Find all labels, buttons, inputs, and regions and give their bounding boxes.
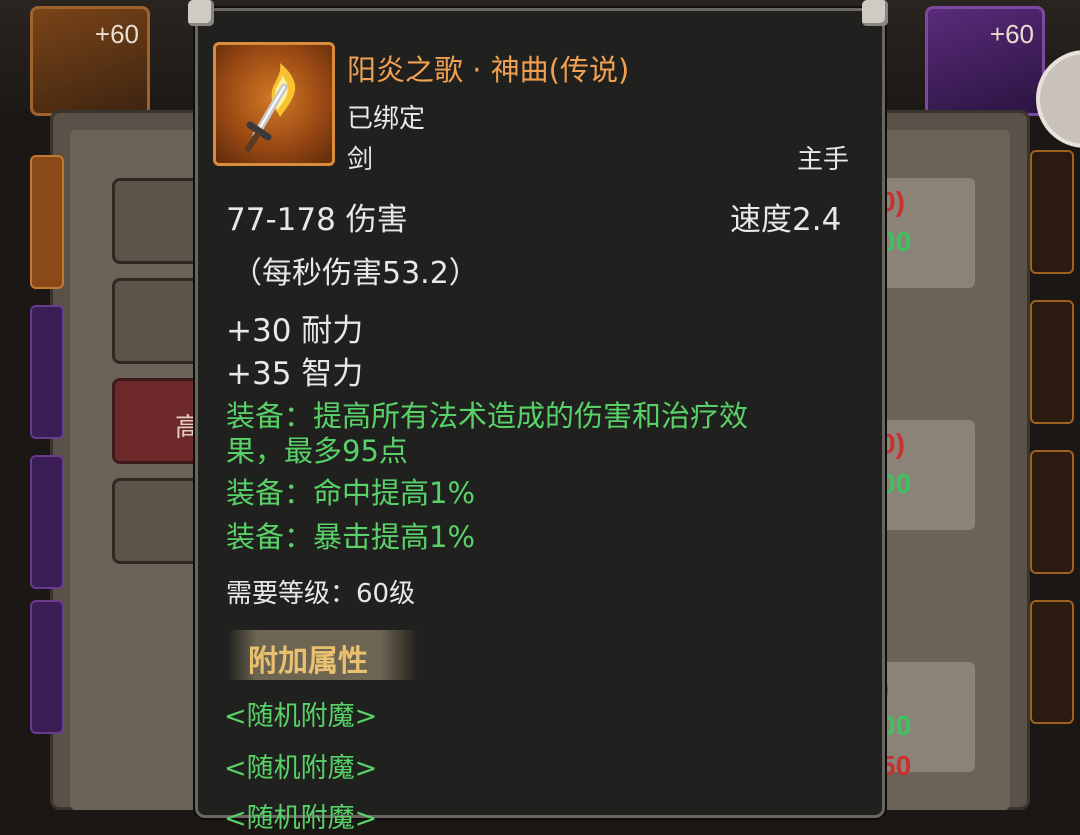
tooltip-corner (188, 0, 214, 26)
item-slot: 主手 (797, 145, 850, 175)
equip-plus-label: +60 (989, 19, 1034, 49)
equip-slot-left[interactable]: +60 (30, 6, 150, 116)
equip-slot-right[interactable]: +60 (925, 6, 1045, 116)
side-item-slot-right[interactable] (1030, 600, 1074, 724)
side-item-slot[interactable] (30, 305, 64, 439)
side-item-slot[interactable] (30, 455, 64, 589)
bind-status: 已绑定 (347, 104, 426, 134)
required-level: 需要等级：60级 (226, 579, 416, 609)
tooltip-corner (862, 0, 888, 26)
filter-button[interactable] (112, 278, 202, 364)
stat-stamina: +30 耐力 (226, 313, 364, 349)
attack-speed: 速度2.4 (730, 202, 842, 238)
side-item-slot-right[interactable] (1030, 450, 1074, 574)
damage-range: 77-178 伤害 (226, 202, 408, 238)
item-type: 剑 (347, 145, 374, 175)
side-item-slot[interactable] (30, 600, 64, 734)
random-enchant: <随机附魔> (224, 701, 378, 732)
stat-intellect: +35 智力 (226, 356, 364, 392)
filter-button[interactable] (112, 478, 202, 564)
extra-attributes-title: 附加属性 (248, 644, 368, 679)
random-enchant: <随机附魔> (224, 803, 378, 834)
equip-plus-label: +60 (94, 19, 139, 49)
item-icon (213, 42, 335, 166)
filter-button-high[interactable]: 高 (112, 378, 202, 464)
side-item-slot-right[interactable] (1030, 300, 1074, 424)
side-item-slot[interactable] (30, 155, 64, 289)
side-item-slot-right[interactable] (1030, 150, 1074, 274)
flaming-sword-icon (245, 63, 296, 152)
item-name: 阳炎之歌 · 神曲(传说) (347, 53, 630, 87)
equip-effect-spell-power-cont: 果，最多95点 (226, 434, 408, 468)
filter-button[interactable] (112, 178, 202, 264)
random-enchant: <随机附魔> (224, 753, 378, 784)
damage-per-second: （每秒伤害53.2） (232, 256, 479, 291)
equip-effect-hit: 装备：命中提高1% (226, 476, 476, 510)
equip-effect-crit: 装备：暴击提高1% (226, 520, 476, 554)
